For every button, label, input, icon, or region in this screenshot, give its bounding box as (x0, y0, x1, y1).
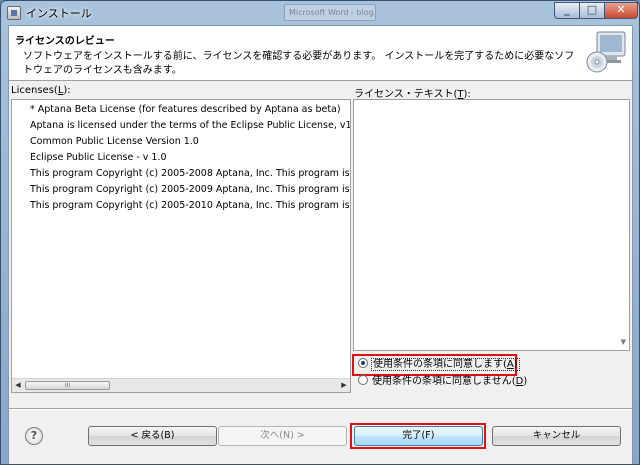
license-list[interactable]: * Aptana Beta License (for features desc… (11, 99, 351, 393)
licenses-label: Licenses(L): (11, 85, 71, 96)
minimize-button[interactable]: _ (554, 2, 580, 19)
license-list-item[interactable]: Eclipse Public License - v 1.0 (30, 150, 350, 166)
scroll-right-arrow-icon[interactable]: ▶ (338, 379, 350, 392)
page-description: ソフトウェアをインストールする前に、ライセンスを確認する必要があります。 インス… (23, 51, 575, 76)
close-button[interactable]: ✕ (604, 2, 638, 19)
scroll-thumb[interactable]: III (25, 381, 110, 390)
background-window-tab: Microsoft Word - blog.txt (284, 4, 376, 21)
license-text-label: ライセンス・テキスト(T): (354, 89, 471, 100)
horizontal-scrollbar[interactable]: ◀ III ▶ (12, 378, 350, 392)
decline-license-label[interactable]: 使用条件の条項に同意しません(D) (372, 376, 527, 387)
next-button[interactable]: 次へ(N) > (218, 426, 347, 446)
maximize-button[interactable]: □ (579, 2, 605, 19)
back-button[interactable]: < 戻る(B) (88, 426, 217, 446)
scroll-down-arrow-icon[interactable]: ▼ (621, 338, 626, 346)
decline-license-radio[interactable]: 使用条件の条項に同意しません(D) (355, 374, 527, 390)
accept-license-radio[interactable]: 使用条件の条項に同意します(A) (355, 357, 520, 373)
accept-license-label[interactable]: 使用条件の条項に同意します(A) (371, 358, 520, 371)
license-list-item[interactable]: This program Copyright (c) 2005-2010 Apt… (30, 198, 350, 214)
scroll-left-arrow-icon[interactable]: ◀ (12, 379, 24, 392)
license-list-item[interactable]: This program Copyright (c) 2005-2009 Apt… (30, 182, 350, 198)
license-list-item[interactable]: Aptana is licensed under the terms of th… (30, 118, 350, 134)
wizard-header: ライセンスのレビュー ソフトウェアをインストールする前に、ライセンスを確認する必… (9, 26, 632, 81)
license-list-item[interactable]: * Aptana Beta License (for features desc… (30, 102, 350, 118)
page-title: ライセンスのレビュー (15, 36, 115, 47)
install-dialog-window: インストール Microsoft Word - blog.txt _ □ ✕ ラ… (0, 0, 640, 465)
help-icon[interactable]: ? (25, 427, 43, 445)
window-title: インストール (26, 7, 92, 20)
license-list-item[interactable]: This program Copyright (c) 2005-2008 Apt… (30, 166, 350, 182)
license-text-area[interactable]: ▼ (353, 99, 630, 351)
finish-highlight-box (350, 423, 486, 449)
dialog-content: ライセンスのレビュー ソフトウェアをインストールする前に、ライセンスを確認する必… (8, 25, 633, 464)
cancel-button[interactable]: キャンセル (492, 426, 621, 446)
title-bar[interactable]: インストール Microsoft Word - blog.txt _ □ ✕ (1, 1, 639, 25)
footer-separator (9, 408, 632, 410)
install-cd-computer-icon (586, 31, 626, 73)
app-window-icon (7, 6, 21, 20)
radio-selected-icon[interactable] (358, 358, 368, 368)
radio-unselected-icon[interactable] (358, 375, 368, 385)
license-list-item[interactable]: Common Public License Version 1.0 (30, 134, 350, 150)
